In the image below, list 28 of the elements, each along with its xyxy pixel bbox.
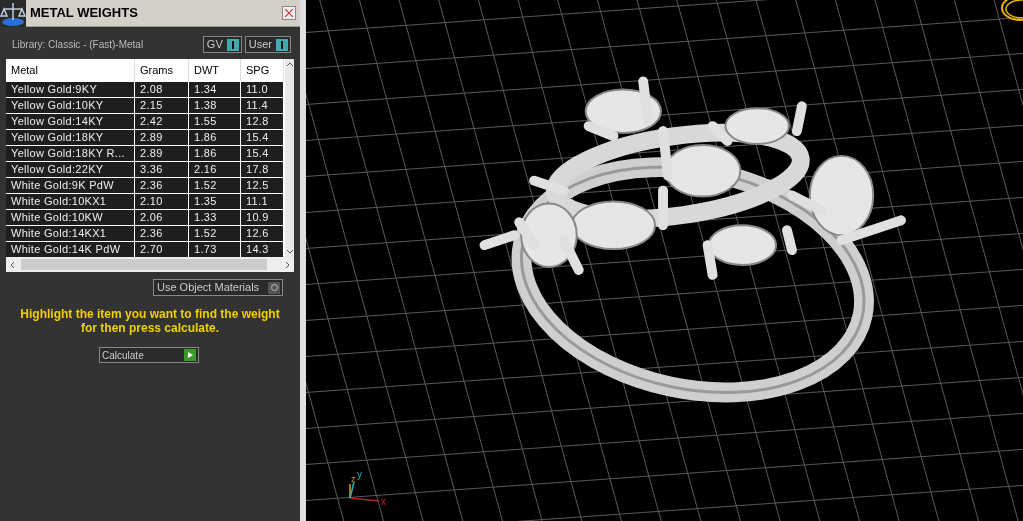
close-icon	[285, 9, 293, 17]
axis-label: x	[381, 496, 386, 506]
panel-title: METAL WEIGHTS	[30, 4, 138, 23]
toggle-knob	[268, 281, 280, 294]
toggle-switch[interactable]: User	[244, 36, 291, 53]
close-button[interactable]	[282, 6, 296, 20]
axis-label: z	[351, 474, 356, 484]
scroll-up-icon	[285, 61, 294, 67]
scroll-right-icon	[285, 260, 291, 269]
axis-label: y	[357, 470, 362, 480]
scroll-left-icon	[9, 260, 15, 269]
toggle-label: Use Object Materials	[157, 280, 260, 296]
orbit-ring-icon	[998, 0, 1023, 24]
toggle-switch[interactable]: GV	[202, 36, 242, 53]
axis-gizmo	[349, 481, 380, 502]
toggle-label: User	[248, 37, 272, 53]
play-icon	[184, 349, 196, 361]
scale-icon	[0, 0, 26, 27]
calculate-button[interactable]: Calculate	[99, 347, 199, 363]
horizontal-scrollbar[interactable]	[6, 257, 294, 272]
toggle-knob	[226, 38, 239, 51]
hint-text: Highlight the item you want to find the weight for then press calculate.	[19, 307, 281, 335]
toggle-switch[interactable]: Use Object Materials	[153, 279, 283, 296]
library-label: Library: Classic - (Fast)-Metal	[12, 38, 144, 52]
vertical-scrollbar[interactable]	[285, 59, 294, 257]
scroll-down-icon	[285, 249, 294, 255]
toggle-label: GV	[206, 37, 223, 53]
toggle-knob	[276, 38, 288, 51]
